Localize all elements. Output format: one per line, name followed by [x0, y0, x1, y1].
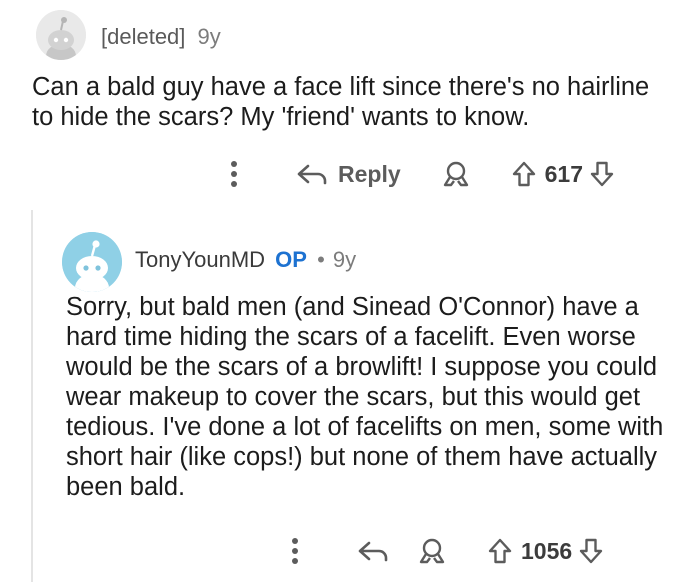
op-badge: OP — [275, 247, 307, 272]
deleted-user-avatar[interactable] — [36, 10, 86, 60]
reply-button[interactable]: Reply — [296, 161, 401, 188]
snoo-avatar-icon — [36, 10, 86, 60]
reply-label: Reply — [338, 160, 401, 187]
upvote-button[interactable] — [487, 537, 513, 565]
author-name[interactable]: TonyYounMD — [135, 247, 265, 272]
reply-arrow-icon — [358, 541, 388, 562]
comment-thread: [deleted] 9y Can a bald guy have a face … — [0, 0, 700, 582]
author-name[interactable]: [deleted] — [101, 24, 185, 49]
downvote-button[interactable] — [578, 537, 604, 565]
comment-header: [deleted] 9y — [101, 24, 221, 50]
vote-score: 1056 — [521, 537, 573, 564]
snoo-avatar-icon — [62, 232, 122, 292]
upvote-icon — [488, 538, 512, 564]
comment-age: 9y — [197, 24, 221, 49]
more-options-button[interactable] — [283, 537, 307, 565]
comment-actions: 1056 — [283, 537, 604, 565]
reply-arrow-icon — [297, 164, 327, 185]
upvote-button[interactable] — [511, 160, 537, 188]
comment-actions: Reply 617 — [222, 160, 615, 188]
comment-body: Can a bald guy have a face lift since th… — [32, 73, 650, 131]
award-icon — [443, 161, 468, 187]
more-options-button[interactable] — [222, 160, 246, 188]
reply-button[interactable] — [357, 539, 389, 563]
award-icon — [419, 538, 445, 564]
award-button[interactable] — [441, 160, 471, 188]
comment-age: 9y — [332, 247, 357, 272]
thread-line[interactable] — [31, 210, 33, 582]
reply-user-avatar[interactable] — [62, 232, 122, 292]
downvote-button[interactable] — [589, 160, 615, 188]
upvote-icon — [512, 161, 535, 187]
downvote-icon — [590, 161, 614, 187]
vote-score: 617 — [544, 160, 584, 187]
downvote-icon — [579, 538, 603, 564]
comment-header: TonyYounMD OP • 9y — [135, 247, 356, 273]
comment-body: Sorry, but bald men (and Sinead O'Connor… — [66, 293, 664, 501]
more-options-icon — [231, 161, 237, 187]
meta-separator: • — [317, 247, 325, 272]
award-button[interactable] — [417, 537, 447, 565]
more-options-icon — [292, 538, 298, 564]
